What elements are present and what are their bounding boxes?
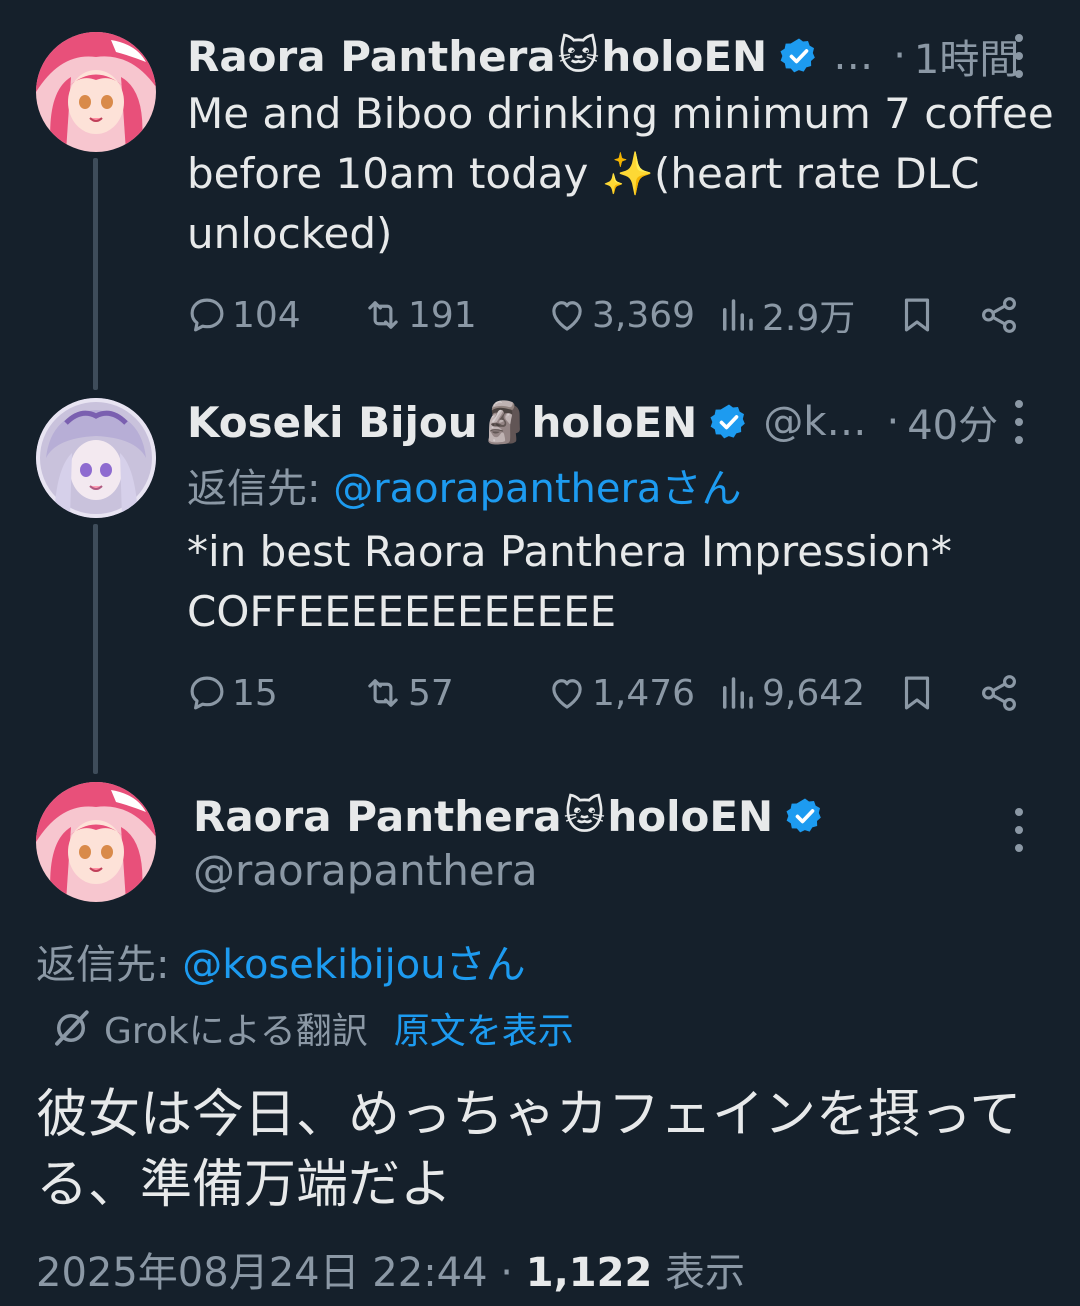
repost-icon: [368, 301, 398, 329]
verified-icon: [710, 404, 746, 439]
moai-emoji: 🗿: [479, 399, 530, 446]
like-count: 1,476: [592, 672, 696, 714]
views-count: 1,122: [525, 1250, 653, 1296]
reply-button[interactable]: 104: [186, 290, 301, 340]
display-name-suffix[interactable]: holoEN: [601, 32, 767, 81]
tweet-text-line: unlocked): [187, 209, 393, 258]
separator-dot: ·: [893, 33, 906, 79]
views-icon: [723, 677, 753, 709]
tweet-text-line: *in best Raora Panthera Impression*: [187, 527, 952, 576]
bookmark-icon: [904, 298, 930, 332]
views-button[interactable]: 9,642: [716, 668, 865, 718]
reply-to-mention[interactable]: @raorapantheraさん: [333, 466, 741, 512]
grok-icon: [55, 1010, 89, 1046]
tweet-header: Koseki Bijou 🗿 holoEN @k… · 40分: [187, 393, 998, 451]
separator-dot: ·: [487, 1250, 526, 1296]
reply-icon: [190, 676, 224, 710]
display-name[interactable]: Raora Panthera: [187, 32, 556, 81]
like-button[interactable]: 1,476: [546, 668, 695, 718]
cat-face-emoji: 🐱: [563, 793, 606, 839]
display-name[interactable]: Koseki Bijou: [187, 398, 478, 447]
tweet-datetime[interactable]: 2025年08月24日 22:44: [36, 1250, 488, 1296]
avatar-bijou[interactable]: [36, 398, 156, 518]
verified-icon: [786, 798, 822, 833]
repost-icon: [368, 679, 398, 707]
more-icon[interactable]: [1009, 400, 1029, 444]
verified-icon: [780, 38, 816, 73]
reply-icon: [190, 298, 224, 332]
tweet-text-line: る、準備万端だよ: [36, 1155, 453, 1215]
action-bar: 104 191 3,369 2.9万: [186, 290, 1046, 340]
repost-count: 57: [408, 672, 454, 714]
bookmark-button[interactable]: [896, 290, 942, 340]
tweet-meta: 2025年08月24日 22:44 · 1,122 表示: [36, 1240, 745, 1298]
tweet-time[interactable]: 40分: [907, 393, 998, 451]
avatar-raora[interactable]: [36, 782, 156, 902]
views-icon: [723, 299, 753, 331]
tweet-text-line: 彼女は今日、めっちゃカフェインを摂って: [36, 1085, 1022, 1145]
handle[interactable]: @raorapanthera: [193, 846, 825, 895]
reply-button[interactable]: 15: [186, 668, 278, 718]
thread-connector-line: [93, 158, 98, 390]
display-name[interactable]: Raora Panthera: [193, 792, 562, 841]
repost-button[interactable]: 191: [362, 290, 477, 340]
tweet-text-line: before 10am today ✨(heart rate DLC: [187, 149, 980, 198]
tweet-header: Raora Panthera 🐱 holoEN … · 1時間: [187, 27, 1019, 85]
show-original-link[interactable]: 原文を表示: [394, 1002, 574, 1054]
tweet-header: Raora Panthera 🐱 holoEN: [193, 788, 825, 844]
repost-count: 191: [408, 294, 477, 336]
reply-to-mention[interactable]: @kosekibijouさん: [182, 942, 525, 988]
translation-row: Grokによる翻訳 原文を表示: [50, 1002, 574, 1054]
handle-truncated[interactable]: @k…: [763, 399, 866, 445]
views-button[interactable]: 2.9万: [716, 290, 855, 340]
action-bar: 15 57 1,476 9,642: [186, 668, 1046, 718]
like-button[interactable]: 3,369: [546, 290, 695, 340]
share-icon: [982, 297, 1016, 333]
more-icon[interactable]: [1009, 808, 1029, 852]
separator-dot: ·: [886, 399, 900, 445]
like-icon: [552, 301, 582, 331]
tweet-text: *in best Raora Panthera Impression* COFF…: [187, 522, 1057, 642]
reply-to-label: 返信先:: [36, 942, 183, 988]
like-icon: [552, 679, 582, 709]
translation-label: Grokによる翻訳: [104, 1011, 368, 1052]
handle-truncated[interactable]: …: [833, 33, 873, 79]
tweet-thread: Raora Panthera 🐱 holoEN … · 1時間 Me and B…: [0, 0, 1080, 1306]
reply-to-line: 返信先: @kosekibijouさん: [36, 932, 526, 990]
reply-to-line: 返信先: @raorapantheraさん: [187, 456, 741, 514]
display-name-suffix[interactable]: holoEN: [607, 792, 773, 841]
cat-face-emoji: 🐱: [557, 33, 600, 79]
like-count: 3,369: [592, 294, 696, 336]
views-label: 表示: [652, 1250, 745, 1296]
reply-to-label: 返信先:: [187, 466, 334, 512]
share-icon: [982, 675, 1016, 711]
tweet-text: Me and Biboo drinking minimum 7 coffee b…: [187, 84, 1057, 264]
tweet-text-line: Me and Biboo drinking minimum 7 coffee: [187, 89, 1054, 138]
share-button[interactable]: [978, 668, 1024, 718]
tweet-time[interactable]: 1時間: [914, 27, 1019, 85]
share-button[interactable]: [978, 290, 1024, 340]
views-count: 2.9万: [762, 298, 856, 339]
more-icon[interactable]: [1009, 34, 1029, 78]
reply-count: 15: [232, 672, 278, 714]
main-tweet-author: Raora Panthera 🐱 holoEN @raorapanthera: [193, 788, 825, 895]
views-count: 9,642: [762, 672, 866, 714]
bookmark-icon: [904, 676, 930, 710]
avatar-raora[interactable]: [36, 32, 156, 152]
main-tweet-text: 彼女は今日、めっちゃカフェインを摂って る、準備万端だよ: [36, 1080, 1046, 1220]
thread-connector-line: [93, 524, 98, 774]
display-name-suffix[interactable]: holoEN: [531, 398, 697, 447]
reply-count: 104: [232, 294, 301, 336]
tweet-text-line: COFFEEEEEEEEEEEE: [187, 587, 617, 636]
bookmark-button[interactable]: [896, 668, 942, 718]
repost-button[interactable]: 57: [362, 668, 454, 718]
